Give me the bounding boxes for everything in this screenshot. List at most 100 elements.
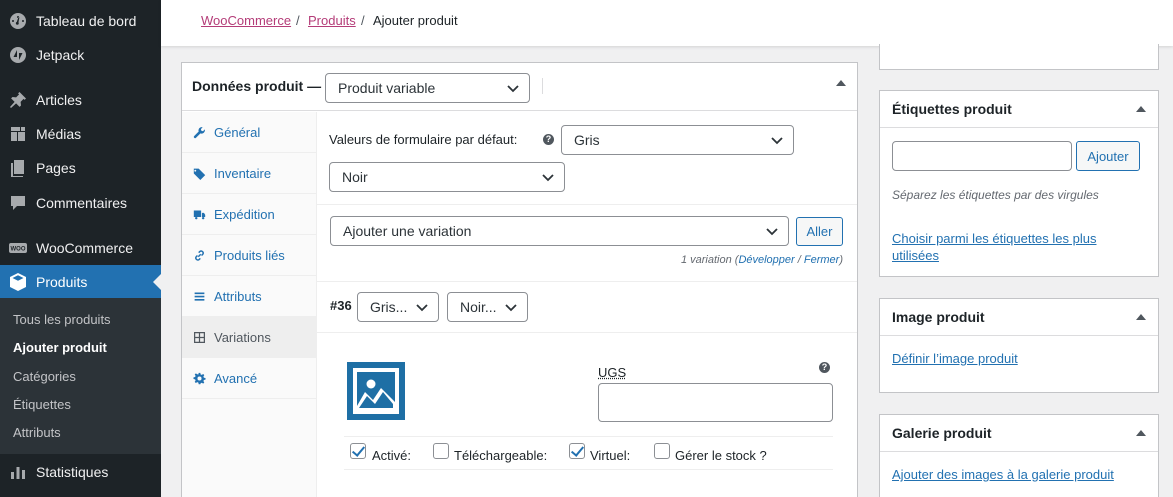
box-icon (0, 272, 36, 292)
dashboard-icon (0, 11, 36, 31)
variation-attr1-select[interactable]: Gris... (357, 292, 439, 322)
downloadable-label: Téléchargeable: (454, 448, 548, 463)
menu-item-comments[interactable]: Commentaires (0, 186, 161, 220)
enabled-checkbox[interactable] (350, 443, 366, 459)
menu-item-produits[interactable]: Produits (0, 265, 161, 299)
product-tags-title: Étiquettes produit (892, 101, 1012, 117)
menu-label: Commentaires (36, 195, 128, 211)
menu-item-statistiques[interactable]: Statistiques (0, 455, 161, 489)
chevron-down-icon (416, 304, 428, 312)
menu-label: Jetpack (36, 47, 85, 63)
product-image-header: Image produit (880, 299, 1158, 336)
menu-item-woocommerce[interactable]: WOO WooCommerce (0, 231, 161, 265)
help-icon[interactable]: ? (543, 134, 554, 145)
divider (317, 204, 857, 205)
add-variation-value: Ajouter une variation (343, 223, 472, 239)
chevron-down-icon (771, 137, 783, 145)
variation-image-placeholder[interactable] (347, 362, 405, 420)
comment-icon (0, 193, 36, 213)
tag-input[interactable] (892, 141, 1072, 171)
menu-item-dashboard[interactable]: Tableau de bord (0, 4, 161, 38)
set-product-image-link[interactable]: Définir l’image produit (892, 351, 1018, 366)
tags-hint: Séparez les étiquettes par des virgules (892, 188, 1099, 202)
breadcrumb-current: Ajouter produit (373, 13, 458, 28)
tab-inventaire[interactable]: Inventaire (182, 153, 317, 194)
product-data-box: Données produit — Produit variable Génér… (181, 62, 858, 497)
submenu-tags[interactable]: Étiquettes (13, 395, 71, 415)
image-placeholder-icon (347, 362, 405, 420)
collapse-toggle-icon[interactable] (1136, 106, 1146, 112)
default-color-select[interactable]: Gris (561, 125, 794, 155)
manage-stock-checkbox[interactable] (654, 443, 670, 459)
help-icon[interactable]: ? (819, 362, 830, 373)
menu-item-articles[interactable]: Articles (0, 83, 161, 117)
sku-label: UGS (598, 365, 627, 380)
virtual-checkbox[interactable] (569, 443, 585, 459)
woo-icon: WOO (0, 238, 36, 258)
downloadable-checkbox[interactable] (433, 443, 449, 459)
divider (317, 281, 857, 282)
divider (542, 78, 543, 94)
product-image-box: Image produit Définir l’image produit (879, 298, 1159, 393)
tab-general[interactable]: Général (182, 112, 317, 153)
close-link[interactable]: Fermer (804, 254, 839, 266)
collapse-toggle-icon[interactable] (836, 80, 846, 86)
tab-produits-lies[interactable]: Produits liés (182, 235, 317, 276)
submenu-categories[interactable]: Catégories (13, 367, 76, 387)
chevron-down-icon (542, 174, 554, 182)
menu-item-pages[interactable]: Pages (0, 151, 161, 185)
publish-box-bottom (879, 44, 1159, 70)
tab-label: Attributs (214, 288, 262, 304)
collapse-toggle-icon[interactable] (1136, 430, 1146, 436)
produits-submenu: Tous les produits Ajouter produit Catégo… (0, 298, 161, 454)
product-tags-header: Étiquettes produit (880, 91, 1158, 128)
tag-icon (184, 167, 214, 180)
breadcrumb-woocommerce-link[interactable]: WooCommerce (201, 13, 291, 28)
submenu-attributes[interactable]: Attributs (13, 423, 61, 443)
go-button[interactable]: Aller (796, 217, 843, 246)
menu-label: Pages (36, 160, 76, 176)
choose-tags-link[interactable]: Choisir parmi les étiquettes les plus ut… (892, 230, 1132, 264)
default-color2-select[interactable]: Noir (329, 162, 565, 192)
gear-icon (184, 372, 214, 385)
menu-label: Tableau de bord (36, 13, 137, 29)
tab-label: Variations (214, 329, 271, 345)
variation-count-text: 1 variation ( (680, 254, 739, 266)
product-type-value: Produit variable (338, 80, 436, 96)
collapse-toggle-icon[interactable] (1136, 314, 1146, 320)
breadcrumb-separator: / (296, 13, 300, 28)
breadcrumb-produits-link[interactable]: Produits (308, 13, 356, 28)
menu-label: Articles (36, 92, 82, 108)
expand-link[interactable]: Développer (738, 254, 794, 266)
link-icon (184, 249, 214, 262)
add-variation-select[interactable]: Ajouter une variation (330, 216, 789, 246)
product-type-select[interactable]: Produit variable (325, 73, 530, 103)
divider (344, 436, 833, 437)
menu-item-jetpack[interactable]: Jetpack (0, 38, 161, 72)
tab-variations[interactable]: Variations (182, 317, 317, 358)
variations-panel: Valeurs de formulaire par défaut: ? Gris… (317, 112, 857, 497)
menu-label: Statistiques (36, 464, 109, 480)
submenu-all-products[interactable]: Tous les produits (13, 310, 111, 330)
product-gallery-header: Galerie produit (880, 415, 1158, 452)
variation-attr2-select[interactable]: Noir... (447, 292, 528, 322)
manage-stock-label: Gérer le stock ? (675, 448, 767, 463)
sku-input[interactable] (598, 383, 833, 422)
admin-menu: Tableau de bord Jetpack Articles Médias … (0, 0, 161, 497)
pin-icon (0, 90, 36, 110)
wrench-icon (184, 126, 214, 139)
tab-expedition[interactable]: Expédition (182, 194, 317, 235)
divider (317, 332, 857, 333)
product-data-header: Données produit — Produit variable (182, 63, 857, 111)
chevron-down-icon (507, 85, 519, 93)
tab-attributs[interactable]: Attributs (182, 276, 317, 317)
submenu-add-product[interactable]: Ajouter produit (13, 338, 107, 358)
tab-avance[interactable]: Avancé (182, 358, 317, 399)
slash-text: / (794, 254, 804, 266)
enabled-label: Activé: (372, 448, 412, 463)
add-tag-button[interactable]: Ajouter (1076, 141, 1140, 171)
menu-item-medias[interactable]: Médias (0, 117, 161, 151)
close-paren-text: ) (839, 254, 843, 266)
list-icon (184, 290, 214, 303)
add-gallery-images-link[interactable]: Ajouter des images à la galerie produit (892, 467, 1114, 482)
